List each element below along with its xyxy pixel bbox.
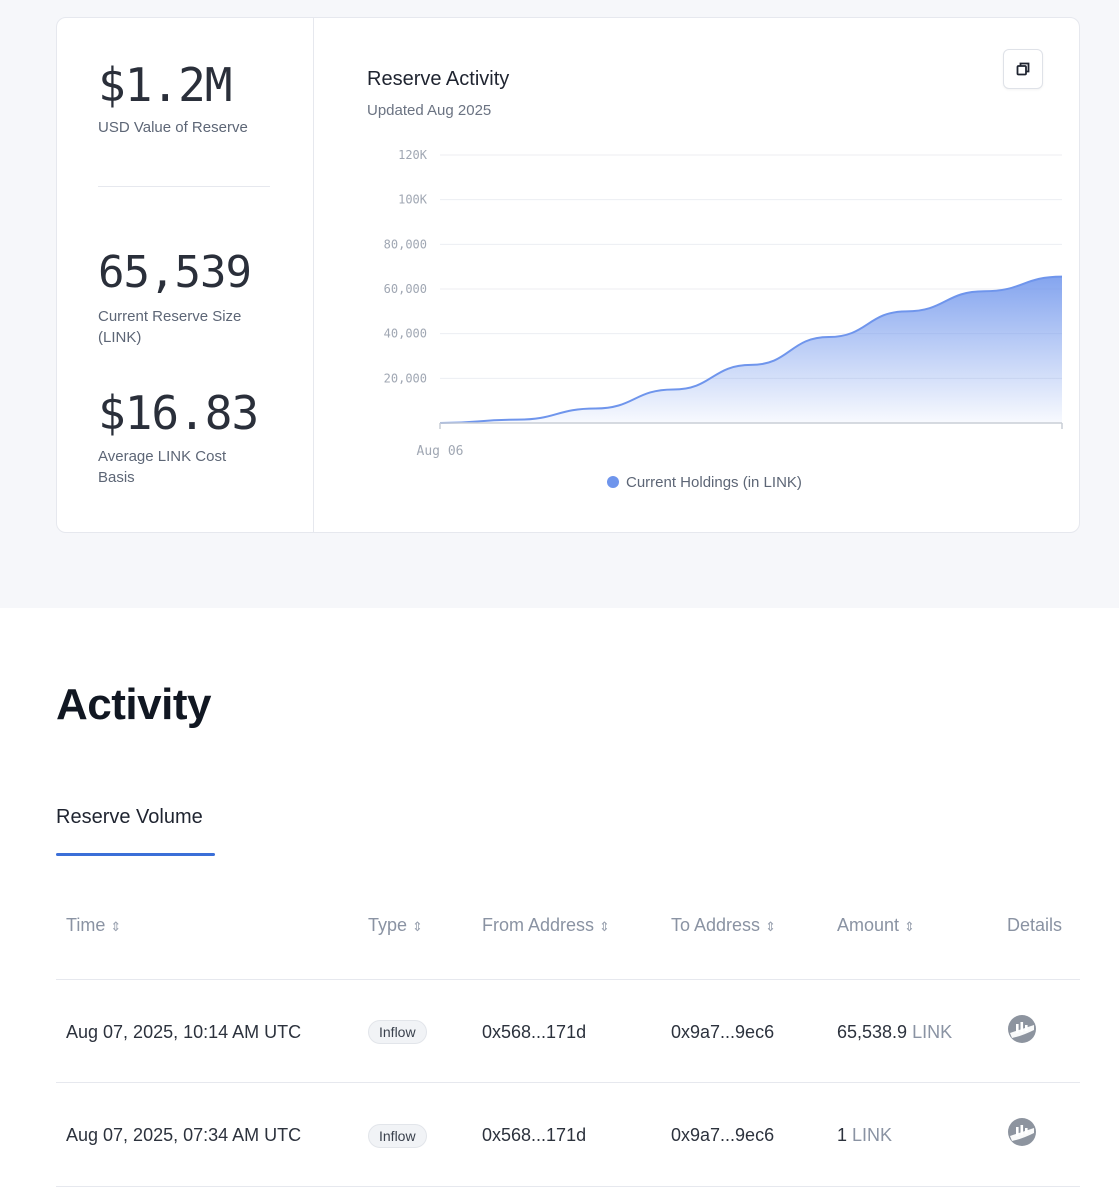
row-time: Aug 07, 2025, 10:14 AM UTC	[66, 1022, 302, 1042]
y-tick-label: 20,000	[384, 371, 427, 385]
sort-icon: ⇕	[599, 919, 610, 934]
y-tick-label: 40,000	[384, 327, 427, 341]
y-tick-label: 100K	[398, 193, 428, 207]
from-address-link[interactable]: 0x568...171d	[482, 1125, 586, 1146]
row-time: Aug 07, 2025, 07:34 AM UTC	[66, 1125, 302, 1145]
reserve-card: $1.2M USD Value of Reserve 65,539 Curren…	[56, 17, 1080, 533]
type-badge: Inflow	[368, 1124, 427, 1148]
tab-active-indicator	[56, 853, 215, 856]
column-header-details: Details	[1007, 915, 1063, 935]
column-header-type[interactable]: Type ⇕	[368, 915, 423, 936]
column-header-to-address[interactable]: To Address ⇕	[671, 915, 776, 936]
explorer-icon[interactable]	[1006, 1013, 1038, 1045]
y-tick-label: 80,000	[384, 237, 427, 251]
row-amount: 1 LINK	[837, 1125, 893, 1145]
row-divider	[56, 1186, 1080, 1187]
series-area	[440, 276, 1062, 423]
row-divider	[56, 979, 1080, 980]
y-tick-label: 120K	[398, 148, 428, 162]
sort-icon: ⇕	[765, 919, 776, 934]
column-header-amount[interactable]: Amount ⇕	[837, 915, 915, 936]
y-tick-label: 60,000	[384, 282, 427, 296]
activity-heading: Activity	[56, 680, 211, 729]
sort-icon: ⇕	[110, 919, 122, 934]
type-badge: Inflow	[368, 1020, 427, 1044]
from-address-link[interactable]: 0x568...171d	[482, 1022, 586, 1043]
sort-icon: ⇕	[412, 919, 423, 934]
column-header-from-address[interactable]: From Address ⇕	[482, 915, 610, 936]
row-divider	[56, 1082, 1080, 1083]
tab-reserve-volume[interactable]: Reserve Volume	[56, 806, 203, 829]
sort-icon: ⇕	[904, 919, 915, 934]
x-tick-label: Aug 06	[417, 444, 464, 459]
explorer-icon[interactable]	[1006, 1116, 1038, 1148]
to-address-link[interactable]: 0x9a7...9ec6	[671, 1125, 774, 1146]
row-amount: 65,538.9 LINK	[837, 1022, 953, 1042]
legend-marker	[607, 476, 619, 488]
column-header-time[interactable]: Time ⇕	[66, 915, 121, 936]
legend-label: Current Holdings (in LINK)	[626, 474, 802, 491]
to-address-link[interactable]: 0x9a7...9ec6	[671, 1022, 774, 1043]
reserve-activity-chart: 20,000 40,000 60,000 80,000 100K 120K Aug 06 Cu…	[384, 148, 1063, 491]
